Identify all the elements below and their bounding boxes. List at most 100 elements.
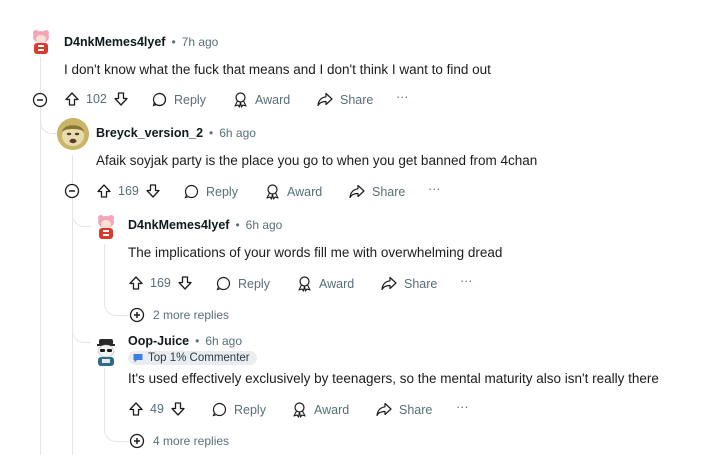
meta-separator: • bbox=[171, 35, 176, 49]
comment-timestamp[interactable]: 7h ago bbox=[182, 35, 219, 49]
upvote-icon bbox=[97, 184, 111, 198]
reply-button[interactable]: Reply bbox=[211, 401, 266, 418]
share-icon bbox=[381, 276, 397, 291]
collapse-button[interactable] bbox=[64, 183, 80, 204]
reply-icon bbox=[152, 92, 167, 107]
downvote-button[interactable] bbox=[170, 401, 186, 417]
vote-count: 49 bbox=[150, 402, 164, 416]
reply-label: Reply bbox=[234, 402, 266, 417]
more-options-button[interactable]: ··· bbox=[428, 182, 441, 196]
comment-timestamp[interactable]: 6h ago bbox=[205, 334, 242, 348]
comment-timestamp[interactable]: 6h ago bbox=[246, 218, 283, 232]
thread-elbow-3 bbox=[72, 226, 91, 343]
upvote-button[interactable] bbox=[96, 183, 112, 199]
comment-body: I don't know what the fuck that means an… bbox=[64, 62, 491, 77]
reply-label: Reply bbox=[206, 184, 238, 199]
collapse-button[interactable] bbox=[32, 92, 48, 113]
top-commenter-icon bbox=[133, 354, 143, 363]
award-label: Award bbox=[287, 184, 323, 199]
reply-label: Reply bbox=[174, 92, 206, 107]
award-button[interactable]: Award bbox=[291, 401, 349, 418]
share-button[interactable]: Share bbox=[380, 275, 437, 292]
reply-icon bbox=[216, 276, 231, 291]
comment-author[interactable]: D4nkMemes4lyef bbox=[64, 35, 165, 49]
thread-elbow-5 bbox=[104, 415, 129, 442]
reply-button[interactable]: Reply bbox=[215, 275, 270, 292]
reply-label: Reply bbox=[238, 276, 270, 291]
comment-body: It's used effectively exclusively by tee… bbox=[128, 371, 659, 386]
avatar-snoo-icon bbox=[33, 30, 49, 54]
collapse-icon bbox=[32, 92, 48, 108]
avatar[interactable] bbox=[57, 118, 89, 150]
award-label: Award bbox=[314, 402, 350, 417]
thread-elbow-4 bbox=[104, 290, 129, 316]
upvote-button[interactable] bbox=[128, 275, 144, 291]
comment-body: Afaik soyjak party is the place you go t… bbox=[96, 153, 538, 168]
award-button[interactable]: Award bbox=[232, 91, 290, 108]
meta-separator: • bbox=[235, 218, 240, 232]
collapse-icon bbox=[64, 183, 80, 199]
award-icon bbox=[266, 184, 279, 200]
award-icon bbox=[234, 92, 247, 108]
downvote-icon bbox=[171, 402, 185, 416]
more-replies-label: 4 more replies bbox=[153, 434, 230, 448]
comment-timestamp[interactable]: 6h ago bbox=[219, 126, 256, 140]
more-options-button[interactable]: ··· bbox=[460, 274, 473, 288]
reply-icon bbox=[212, 402, 227, 417]
comment-body: The implications of your words fill me w… bbox=[128, 245, 503, 260]
share-icon bbox=[376, 402, 392, 417]
upvote-button[interactable] bbox=[128, 401, 144, 417]
more-options-button[interactable]: ··· bbox=[396, 90, 409, 104]
flair-label: Top 1% Commenter bbox=[148, 352, 250, 364]
expand-icon bbox=[129, 307, 145, 323]
user-flair: Top 1% Commenter bbox=[128, 351, 257, 365]
award-button[interactable]: Award bbox=[296, 275, 354, 292]
more-replies-link[interactable]: 2 more replies bbox=[129, 307, 229, 323]
meta-separator: • bbox=[195, 334, 200, 348]
share-label: Share bbox=[372, 184, 406, 199]
more-options-icon: ··· bbox=[460, 274, 473, 288]
more-replies-link[interactable]: 4 more replies bbox=[129, 433, 229, 449]
downvote-icon bbox=[114, 92, 128, 106]
upvote-button[interactable] bbox=[64, 91, 80, 107]
downvote-button[interactable] bbox=[177, 275, 193, 291]
avatar-face-icon bbox=[57, 118, 89, 150]
share-label: Share bbox=[340, 92, 374, 107]
award-button[interactable]: Award bbox=[264, 183, 322, 200]
vote-count: 102 bbox=[86, 92, 107, 106]
share-icon bbox=[349, 184, 365, 199]
share-button[interactable]: Share bbox=[316, 91, 373, 108]
reply-button[interactable]: Reply bbox=[151, 91, 206, 108]
avatar[interactable] bbox=[91, 212, 121, 242]
vote-count: 169 bbox=[150, 276, 171, 290]
more-options-button[interactable]: ··· bbox=[456, 400, 469, 414]
award-icon bbox=[293, 402, 306, 418]
avatar-snoo-icon bbox=[98, 215, 114, 239]
comment-author[interactable]: D4nkMemes4lyef bbox=[128, 218, 229, 232]
reply-button[interactable]: Reply bbox=[183, 183, 238, 200]
reply-icon bbox=[184, 184, 199, 199]
downvote-icon bbox=[178, 276, 192, 290]
award-label: Award bbox=[319, 276, 355, 291]
award-label: Award bbox=[255, 92, 291, 107]
comment-author[interactable]: Breyck_version_2 bbox=[96, 126, 203, 140]
share-label: Share bbox=[399, 402, 433, 417]
avatar[interactable] bbox=[90, 336, 122, 368]
avatar-snoo-icon bbox=[97, 339, 115, 366]
share-icon bbox=[317, 92, 333, 107]
downvote-button[interactable] bbox=[145, 183, 161, 199]
downvote-button[interactable] bbox=[113, 91, 129, 107]
more-options-icon: ··· bbox=[396, 90, 409, 104]
share-button[interactable]: Share bbox=[348, 183, 405, 200]
award-icon bbox=[298, 276, 311, 292]
upvote-icon bbox=[65, 92, 79, 106]
vote-count: 169 bbox=[118, 184, 139, 198]
avatar[interactable] bbox=[26, 27, 56, 57]
expand-icon bbox=[129, 433, 145, 449]
upvote-icon bbox=[129, 276, 143, 290]
meta-separator: • bbox=[209, 126, 214, 140]
more-options-icon: ··· bbox=[428, 182, 441, 196]
share-button[interactable]: Share bbox=[375, 401, 432, 418]
upvote-icon bbox=[129, 402, 143, 416]
comment-author[interactable]: Oop-Juice bbox=[128, 334, 189, 348]
